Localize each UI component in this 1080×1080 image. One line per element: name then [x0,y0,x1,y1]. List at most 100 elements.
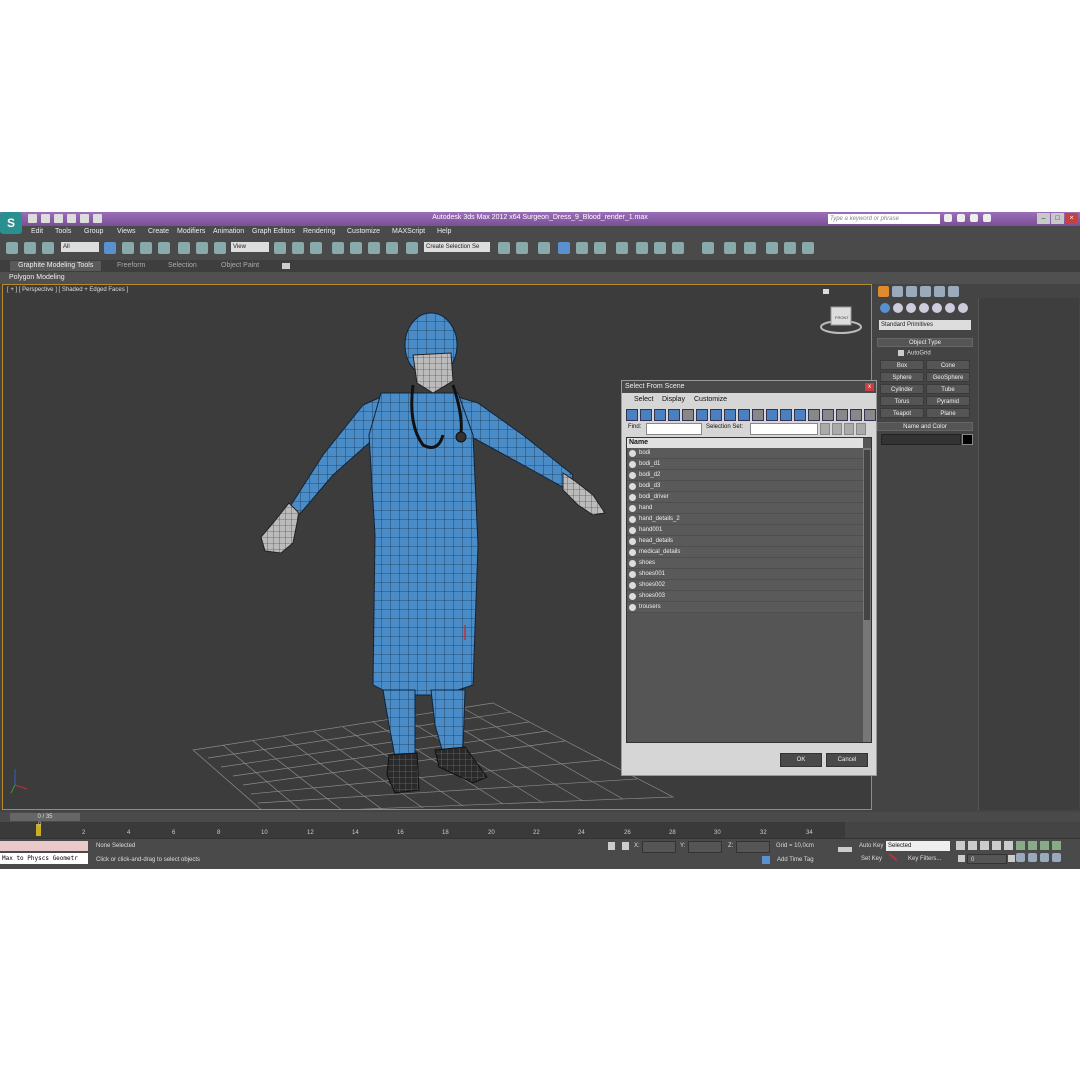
tab-freeform[interactable]: Freeform [117,262,145,269]
set-key-button[interactable]: Set Key [861,854,882,864]
find-input[interactable] [646,423,702,435]
edit-named-selection-icon[interactable] [406,242,418,254]
time-slider[interactable]: 0 / 35 [10,813,80,821]
select-invert-icon[interactable] [780,409,792,421]
lights-icon[interactable] [906,303,916,313]
graphite-toggle-icon[interactable] [558,242,570,254]
geometry-icon[interactable] [880,303,890,313]
previous-frame-icon[interactable] [968,841,977,850]
reference-coordinate-dropdown[interactable]: View [231,242,269,252]
absolute-mode-icon[interactable] [622,842,629,850]
utilities-tab-icon[interactable] [948,286,959,297]
go-to-end-icon[interactable] [1004,841,1013,850]
display-tab-icon[interactable] [934,286,945,297]
teapot-button[interactable]: Teapot [880,408,924,418]
box-button[interactable]: Box [880,360,924,370]
list-item[interactable]: medical_details [627,547,863,558]
surgeon-model[interactable] [260,312,606,794]
menu-group[interactable]: Group [84,228,103,235]
geosphere-button[interactable]: GeoSphere [926,372,970,382]
maximize-viewport-icon[interactable] [1052,853,1061,862]
display-lights-icon[interactable] [654,409,666,421]
set-key-tangent-icon[interactable] [888,853,898,861]
list-item[interactable]: hand001 [627,525,863,536]
key-filters-button[interactable]: Key Filters... [908,854,941,864]
display-xrefs-icon[interactable] [724,409,736,421]
primitive-type-dropdown[interactable]: Standard Primitives [879,320,971,330]
help-search-input[interactable]: Type a keyword or phrase [828,214,940,224]
filter-icon[interactable] [850,409,862,421]
list-item[interactable]: head_details [627,536,863,547]
move-icon[interactable] [178,242,190,254]
select-all-icon[interactable] [752,409,764,421]
key-icon[interactable] [838,847,852,852]
display-helpers-icon[interactable] [682,409,694,421]
object-type-rollout[interactable]: Object Type [877,338,973,347]
display-bones-icon[interactable] [738,409,750,421]
align-icon[interactable] [516,242,528,254]
add-time-tag-button[interactable]: Add Time Tag [777,857,814,863]
key-mode-toggle-icon[interactable] [958,855,965,862]
time-tag-icon[interactable] [762,856,770,864]
orbit-icon[interactable] [1040,853,1049,862]
list-item[interactable]: shoes002 [627,580,863,591]
menu-help[interactable]: Help [437,228,451,235]
tube-button[interactable]: Tube [926,384,970,394]
maximize-button[interactable]: □ [1051,213,1064,224]
select-object-icon[interactable] [104,242,116,254]
hierarchy-tab-icon[interactable] [906,286,917,297]
maxscript-listener-output[interactable] [0,841,88,851]
rotate-icon[interactable] [196,242,208,254]
menu-edit[interactable]: Edit [31,228,43,235]
minimize-button[interactable]: – [1037,213,1050,224]
display-shapes-icon[interactable] [640,409,652,421]
material-editor-icon[interactable] [616,242,628,254]
influences-icon[interactable] [836,409,848,421]
z-coord-field[interactable] [736,841,770,853]
menu-create[interactable]: Create [148,228,169,235]
selection-set-options-icon[interactable] [820,423,830,435]
angle-snap-icon[interactable] [350,242,362,254]
cameras-icon[interactable] [919,303,929,313]
zoom-extents-all-icon[interactable] [1052,841,1061,850]
cancel-button[interactable]: Cancel [826,753,868,767]
tab-object-paint[interactable]: Object Paint [221,262,259,269]
autogrid-checkbox[interactable]: AutoGrid [898,350,931,357]
scene-object-list[interactable]: Name bodi bodi_d1 bodi_d2 bodi_d3 bodi_d… [626,437,872,743]
named-selection-set-dropdown[interactable]: Create Selection Se [424,242,490,252]
menu-rendering[interactable]: Rendering [303,228,335,235]
viewcube-home-icon[interactable] [823,289,829,294]
select-dependents-icon[interactable] [822,409,834,421]
list-item[interactable]: shoes [627,558,863,569]
menu-customize[interactable]: Customize [347,228,380,235]
help-icon[interactable] [983,214,991,222]
render-production-icon[interactable] [672,242,684,254]
list-item[interactable]: bodi_d2 [627,470,863,481]
helpers-icon[interactable] [932,303,942,313]
display-geometry-icon[interactable] [626,409,638,421]
dialog-close-button[interactable]: x [865,383,874,391]
scrollbar-thumb[interactable] [864,450,870,620]
star-icon[interactable] [970,214,978,222]
select-manipulate-icon[interactable] [292,242,304,254]
list-scrollbar[interactable] [863,448,871,742]
x-coord-field[interactable] [642,841,676,853]
list-item[interactable]: shoes001 [627,569,863,580]
hierarchy-icon[interactable] [794,409,806,421]
list-item[interactable]: bodi_d1 [627,459,863,470]
display-cameras-icon[interactable] [668,409,680,421]
list-item[interactable]: trousers [627,602,863,613]
mirror-icon[interactable] [498,242,510,254]
menu-graph-editors[interactable]: Graph Editors [252,228,295,235]
motion-tab-icon[interactable] [920,286,931,297]
window-crossing-icon[interactable] [158,242,170,254]
go-to-start-icon[interactable] [956,841,965,850]
menu-modifiers[interactable]: Modifiers [177,228,205,235]
rectangular-selection-icon[interactable] [140,242,152,254]
lock-selection-icon[interactable] [608,842,615,850]
plane-button[interactable]: Plane [926,408,970,418]
plugin-icon-6[interactable] [802,242,814,254]
zoom-all-icon[interactable] [1028,841,1037,850]
list-item[interactable]: hand [627,503,863,514]
menu-maxscript[interactable]: MAXScript [392,228,425,235]
